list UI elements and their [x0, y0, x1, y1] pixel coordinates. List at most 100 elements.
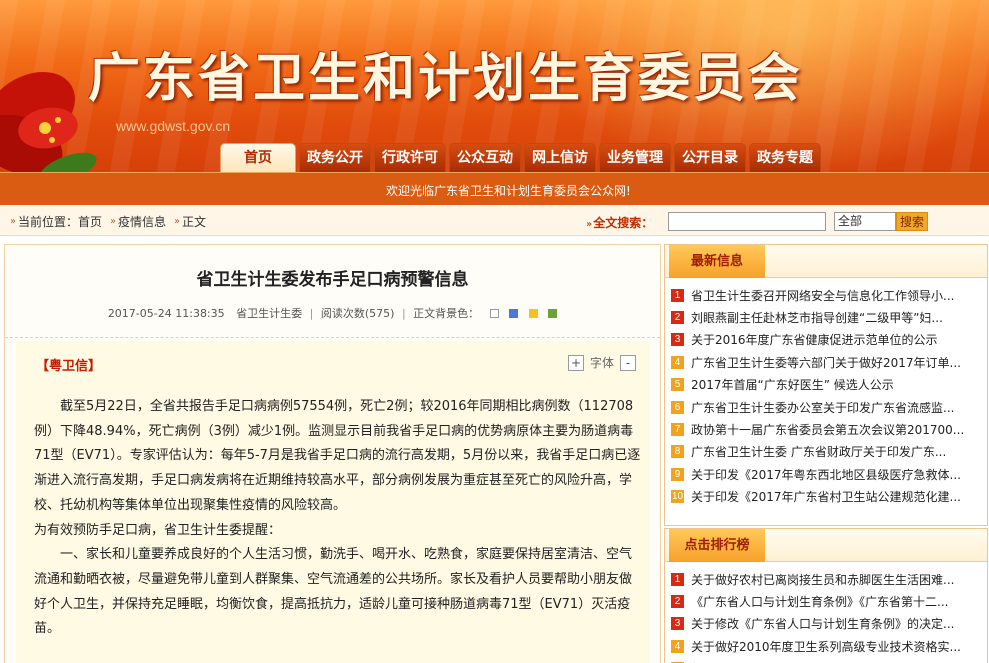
source-tag: 【粤卫信】: [36, 359, 102, 374]
font-decrease-button[interactable]: -: [620, 354, 636, 371]
latest-news-item[interactable]: 4 广东省卫生计生委等六部门关于做好2017年订单...: [671, 351, 987, 373]
latest-news-panel: 最新信息 1 省卫生计生委召开网络安全与信息化工作领导小... 2 刘眼燕副主任赴林芝…: [664, 244, 988, 526]
site-title: 广东省卫生和计划生育委员会: [88, 49, 804, 109]
rank-number-badge: 10: [671, 490, 684, 504]
ranking-title: 点击排行榜: [669, 529, 765, 562]
bg-color-label: 正文背景色：: [413, 307, 480, 320]
ranking-list: 1 关于做好农村已离岗接生员和赤脚医生生活困难... 2 《广东省人口与计划生育条例》…: [665, 562, 987, 663]
breadcrumb-epidemic[interactable]: 疫情信息: [118, 213, 166, 230]
article-paragraph: 为有效预防手足口病，省卫生计生委提醒：: [34, 522, 282, 538]
ranking-link[interactable]: 《广东省人口与计划生育条例》《广东省第十二...: [691, 593, 948, 610]
latest-news-link[interactable]: 广东省卫生计生委 广东省财政厅关于印发广东...: [691, 443, 946, 460]
latest-news-item[interactable]: 7 政协第十一届广东省委员会第五次会议第201700...: [671, 418, 987, 440]
breadcrumb-home[interactable]: 首页: [78, 213, 102, 230]
font-size-control: + 字体 -: [567, 354, 636, 371]
latest-news-link[interactable]: 关于2016年度广东省健康促进示范单位的公示: [691, 331, 938, 348]
breadcrumb-current: 正文: [182, 215, 207, 229]
rank-number-badge: 3: [671, 333, 684, 347]
rank-number-badge: 8: [671, 445, 684, 459]
article-meta: 2017-05-24 11:38:35 省卫生计生委 | 阅读次数(575) |…: [5, 305, 660, 321]
search-label: ›› 全文搜索：: [586, 214, 653, 231]
breadcrumb: ›› 当前位置： 首页 ›› 疫情信息 ›› 正文: [6, 213, 206, 230]
search-input[interactable]: [668, 212, 826, 231]
nav-tab[interactable]: 公众互动: [449, 143, 521, 172]
ranking-item[interactable]: 5领导介绍: [671, 658, 987, 663]
meta-divider: |: [401, 307, 406, 320]
red-flower-icon: [0, 72, 97, 172]
bg-swatch-blue[interactable]: [509, 309, 519, 318]
article-date: 2017-05-24 11:38:35: [107, 307, 225, 320]
latest-news-link[interactable]: 关于印发《2017年广东省村卫生站公建规范化建...: [691, 488, 961, 505]
nav-tab[interactable]: 公开目录: [674, 143, 746, 172]
bg-swatch-yellow[interactable]: [528, 309, 538, 318]
nav-tab[interactable]: 政务公开: [299, 143, 371, 172]
ranking-panel: 点击排行榜 1 关于做好农村已离岗接生员和赤脚医生生活困难... 2 《广东省人口与计…: [664, 528, 988, 663]
article-text: 截至5月22日，全省共报告手足口病病例57554例，死亡2例；较2016年同期相…: [34, 395, 642, 642]
latest-news-title: 最新信息: [669, 245, 765, 278]
rank-number-badge: 7: [671, 423, 684, 437]
font-label: 字体: [589, 356, 614, 370]
site-url: www.gdwst.gov.cn: [116, 118, 231, 134]
latest-news-item[interactable]: 3 关于2016年度广东省健康促进示范单位的公示: [671, 329, 987, 351]
article-title: 省卫生计生委发布手足口病预警信息: [196, 270, 469, 290]
rank-number-badge: 2: [671, 595, 684, 609]
latest-news-link[interactable]: 刘眼燕副主任赴林芝市指导创建“二级甲等”妇...: [691, 309, 943, 326]
chevron-right-icon: ››: [110, 216, 116, 227]
reads-count: 575: [369, 307, 391, 320]
rank-number-badge: 9: [671, 467, 684, 481]
rank-number-badge: 5: [671, 378, 684, 392]
latest-news-item[interactable]: 9 关于印发《2017年粤东西北地区县级医疗急救体...: [671, 463, 987, 485]
ranking-link[interactable]: 关于修改《广东省人口与计划生育条例》的决定...: [691, 615, 954, 632]
nav-tab[interactable]: 网上信访: [524, 143, 596, 172]
ranking-item[interactable]: 2 《广东省人口与计划生育条例》《广东省第十二...: [671, 590, 987, 612]
chevron-right-icon: ››: [174, 216, 180, 227]
latest-news-link[interactable]: 政协第十一届广东省委员会第五次会议第201700...: [691, 421, 964, 438]
latest-news-link[interactable]: 广东省卫生计生委办公室关于印发广东省流感监...: [691, 399, 954, 416]
rank-number-badge: 6: [671, 400, 684, 414]
search-button[interactable]: 搜索: [896, 212, 928, 231]
article-divider: [5, 337, 660, 338]
search-scope-select[interactable]: 全部: [834, 212, 896, 231]
font-increase-button[interactable]: +: [567, 354, 584, 371]
welcome-bar: 欢迎光临广东省卫生和计划生育委员会公众网!: [0, 172, 989, 205]
article-paragraph: 截至5月22日，全省共报告手足口病病例57554例，死亡2例；较2016年同期相…: [34, 399, 641, 513]
ranking-item[interactable]: 1 关于做好农村已离岗接生员和赤脚医生生活困难...: [671, 568, 987, 590]
latest-news-item[interactable]: 5 2017年首届“广东好医生” 候选人公示: [671, 374, 987, 396]
nav-tab[interactable]: 政务专题: [749, 143, 821, 172]
latest-news-item[interactable]: 1 省卫生计生委召开网络安全与信息化工作领导小...: [671, 284, 987, 306]
nav-tab[interactable]: 行政许可: [374, 143, 446, 172]
rank-number-badge: 2: [671, 311, 684, 325]
rank-number-badge: 3: [671, 617, 684, 631]
reads-label: 阅读次数: [320, 307, 365, 320]
article-body: 【粤卫信】 + 字体 - 截至5月22日，全省共报告手足口病病例57554例，死…: [16, 341, 650, 663]
ranking-link[interactable]: 关于做好2010年度卫生系列高级专业技术资格实...: [691, 638, 961, 655]
chevron-right-icon: ››: [10, 216, 16, 227]
rank-number-badge: 4: [671, 639, 684, 653]
rank-number-badge: 1: [671, 288, 684, 302]
latest-news-link[interactable]: 关于印发《2017年粤东西北地区县级医疗急救体...: [691, 466, 961, 483]
rank-number-badge: 4: [671, 355, 684, 369]
breadcrumb-prefix: 当前位置：: [18, 215, 79, 229]
nav-tab[interactable]: 首页: [220, 143, 296, 172]
latest-news-link[interactable]: 省卫生计生委召开网络安全与信息化工作领导小...: [691, 287, 954, 304]
meta-divider: |: [309, 307, 314, 320]
search-label-text: 全文搜索：: [593, 216, 654, 230]
article-paragraph: 一、家长和儿童要养成良好的个人生活习惯，勤洗手、喝开水、吃熟食，家庭要保持居室清…: [34, 547, 633, 637]
panel-header: 点击排行榜: [665, 529, 987, 562]
latest-news-item[interactable]: 6 广东省卫生计生委办公室关于印发广东省流感监...: [671, 396, 987, 418]
rank-number-badge: 1: [671, 572, 684, 586]
ranking-item[interactable]: 4 关于做好2010年度卫生系列高级专业技术资格实...: [671, 635, 987, 657]
latest-news-link[interactable]: 2017年首届“广东好医生” 候选人公示: [691, 376, 894, 393]
main-nav: 首页 政务公开 行政许可 公众互动 网上信访 业务管理 公开目录 政务专题: [220, 143, 821, 172]
article-source: 省卫生计生委: [236, 307, 303, 320]
bg-swatch-white[interactable]: [489, 309, 499, 318]
latest-news-item[interactable]: 2 刘眼燕副主任赴林芝市指导创建“二级甲等”妇...: [671, 306, 987, 328]
article-panel: 省卫生计生委发布手足口病预警信息 2017-05-24 11:38:35 省卫生…: [4, 244, 661, 663]
latest-news-item[interactable]: 8 广东省卫生计生委 广东省财政厅关于印发广东...: [671, 441, 987, 463]
nav-tab[interactable]: 业务管理: [599, 143, 671, 172]
ranking-item[interactable]: 3 关于修改《广东省人口与计划生育条例》的决定...: [671, 613, 987, 635]
bg-swatch-green[interactable]: [548, 309, 558, 318]
ranking-link[interactable]: 关于做好农村已离岗接生员和赤脚医生生活困难...: [691, 571, 954, 588]
latest-news-link[interactable]: 广东省卫生计生委等六部门关于做好2017年订单...: [691, 354, 961, 371]
latest-news-item[interactable]: 10 关于印发《2017年广东省村卫生站公建规范化建...: [671, 486, 987, 508]
